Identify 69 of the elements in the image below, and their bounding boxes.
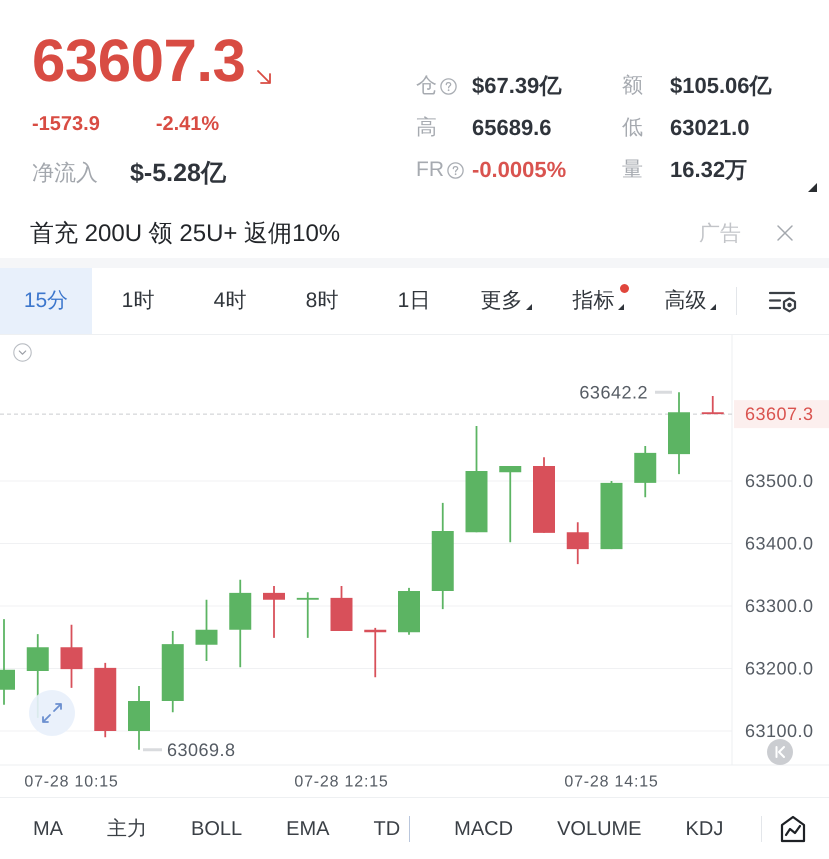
- close-icon[interactable]: [776, 224, 794, 242]
- x-axis-label: 07-28 14:15: [564, 774, 659, 790]
- y-axis-label: 63400.0: [745, 534, 814, 554]
- help-icon[interactable]: [447, 162, 464, 178]
- candle: [398, 588, 420, 635]
- timeframe-tab[interactable]: 更多: [460, 268, 552, 334]
- stat-value: 16.32万: [670, 157, 748, 183]
- y-axis-label: 63500.0: [745, 471, 814, 491]
- settings-icon[interactable]: [768, 289, 798, 313]
- timeframe-tab[interactable]: 1日: [368, 268, 460, 334]
- y-axis-label: 63200.0: [745, 658, 814, 678]
- expand-icon[interactable]: [29, 690, 75, 736]
- net-inflow-value: $-5.28亿: [130, 158, 226, 189]
- y-axis-label: 63100.0: [745, 721, 814, 741]
- timeframe-tab[interactable]: 高级: [644, 268, 736, 334]
- indicator-tab[interactable]: VOLUME: [557, 816, 642, 842]
- stat-value: 65689.6: [472, 115, 552, 141]
- price-extreme-label: 63069.8: [167, 740, 236, 760]
- stat-value: $105.06亿: [670, 73, 772, 99]
- timeframe-tab[interactable]: 1时: [92, 268, 184, 334]
- indicator-tab[interactable]: KDJ: [686, 816, 724, 842]
- stat-label: 额: [622, 73, 643, 99]
- price-extreme-label: 63642.2: [579, 382, 648, 402]
- candle: [600, 481, 622, 550]
- candle: [128, 686, 150, 750]
- price-change-percent: -2.41%: [156, 112, 220, 136]
- timeframe-tab[interactable]: 指标: [552, 268, 644, 334]
- candle: [196, 600, 218, 661]
- help-icon[interactable]: [440, 78, 457, 94]
- candle: [60, 624, 82, 688]
- net-inflow-label: 净流入: [32, 159, 98, 187]
- candle: [634, 446, 656, 498]
- stat-value: 63021.0: [670, 115, 750, 141]
- candle: [330, 586, 352, 631]
- indicator-tab[interactable]: EMA: [286, 816, 330, 842]
- x-axis-label: 07-28 10:15: [24, 774, 119, 790]
- indicator-tab[interactable]: BOLL: [191, 816, 242, 842]
- candle: [296, 592, 319, 638]
- indicator-tab[interactable]: 主力: [107, 816, 147, 842]
- y-axis-label: 63300.0: [745, 596, 814, 616]
- stat-value: $67.39亿: [472, 73, 562, 99]
- promo-text[interactable]: 首充 200U 领 25U+ 返佣10%: [30, 217, 340, 249]
- timeframe-tab[interactable]: 15分: [0, 268, 92, 334]
- stat-label: 高: [416, 115, 437, 141]
- stat-label: 量: [622, 157, 643, 183]
- last-price: 63607.3: [32, 31, 246, 91]
- stat-value: -0.0005%: [472, 157, 566, 183]
- timeframe-tab[interactable]: 4时: [184, 268, 276, 334]
- stat-label: 仓: [416, 73, 437, 99]
- x-axis-label: 07-28 12:15: [294, 774, 389, 790]
- stat-label: FR: [416, 157, 444, 183]
- indicator-tab[interactable]: MA: [33, 816, 63, 842]
- candle: [566, 522, 589, 564]
- stat-label: 低: [622, 115, 643, 141]
- candle: [702, 396, 724, 414]
- ad-tag: 广告: [699, 219, 741, 247]
- price-change: -1573.9: [32, 112, 100, 136]
- leader-line: [143, 748, 162, 752]
- candle: [263, 586, 285, 638]
- corner-triangle-icon[interactable]: [808, 183, 817, 192]
- chevron-down-icon[interactable]: [13, 343, 32, 362]
- candle: [364, 628, 386, 678]
- indicator-tab[interactable]: TD: [374, 816, 400, 842]
- indicator-tab[interactable]: MACD: [454, 816, 514, 842]
- leader-line: [655, 390, 672, 394]
- skip-back-icon[interactable]: [767, 739, 793, 765]
- timeframe-tab[interactable]: 8时: [276, 268, 368, 334]
- last-price-tag: 63607.3: [734, 400, 829, 428]
- line-chart-icon[interactable]: [780, 814, 806, 842]
